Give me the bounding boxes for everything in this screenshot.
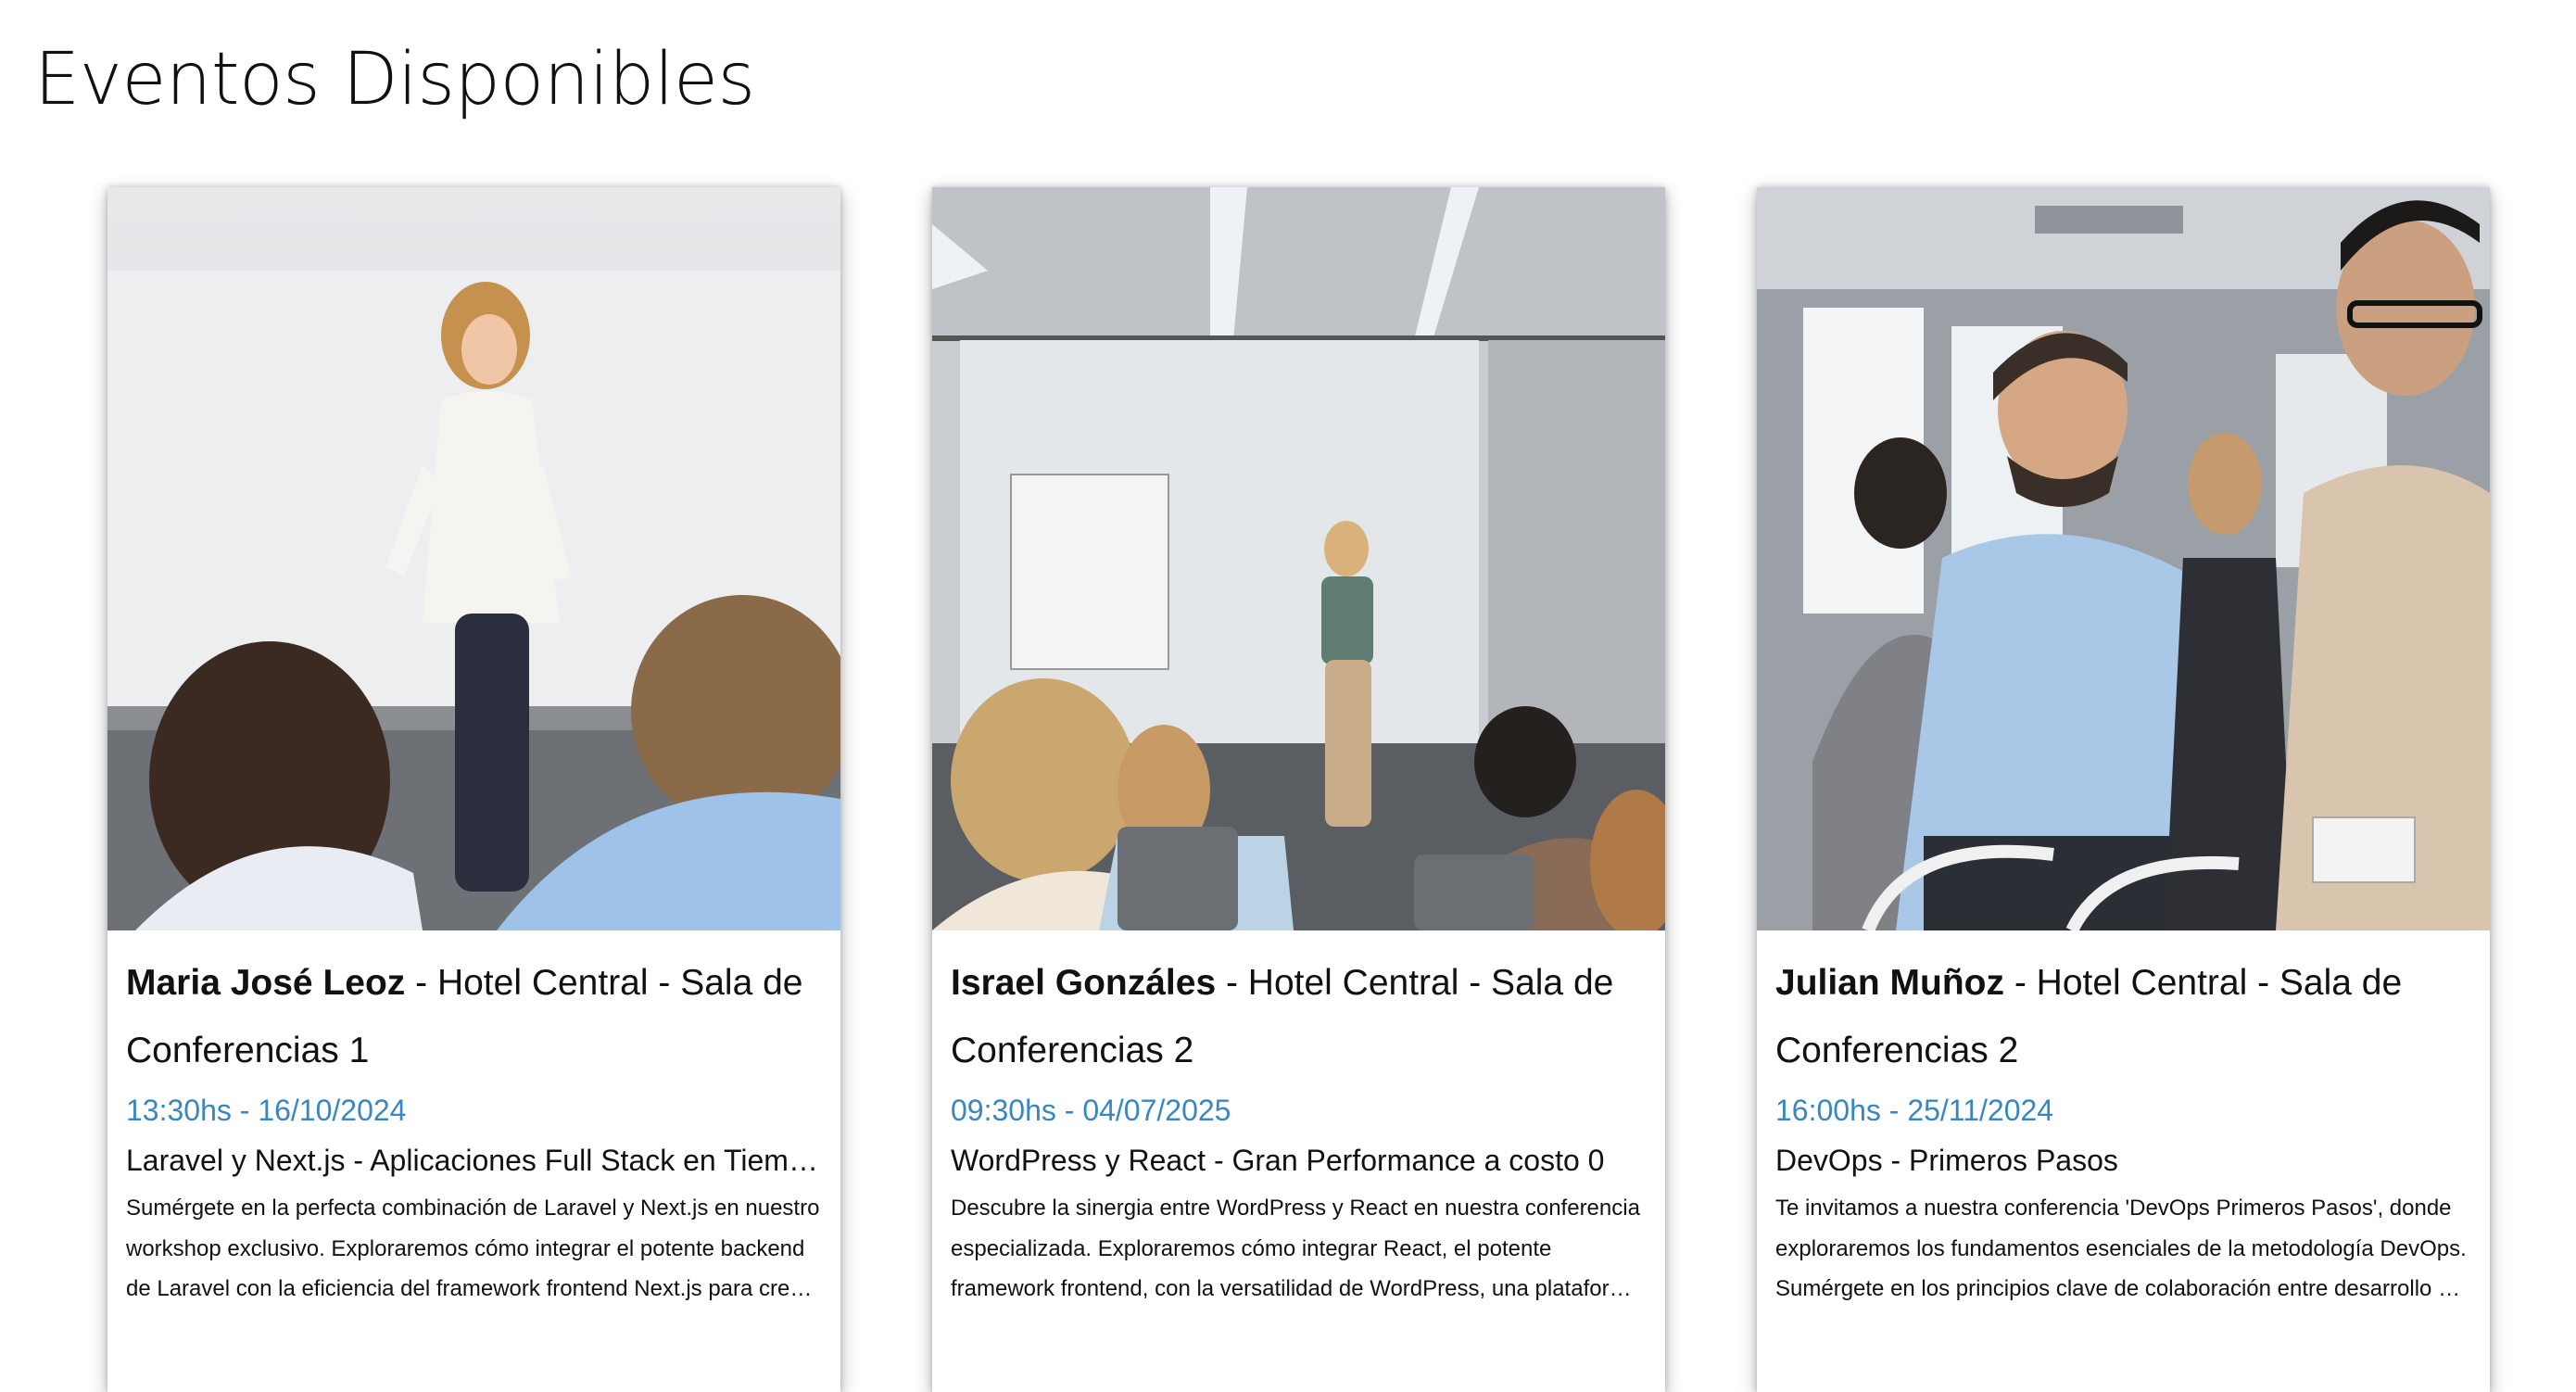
events-grid: Maria José Leoz - Hotel Central - Sala d… — [0, 0, 2576, 1392]
event-title[interactable]: DevOps - Primeros Pasos — [1775, 1138, 2471, 1183]
event-image-1[interactable] — [107, 187, 840, 930]
event-image-3[interactable] — [1757, 187, 2490, 930]
speaker-name: Israel Gonzáles — [951, 963, 1217, 1003]
event-headline-3: Julian Muñoz - Hotel Central - Sala de C… — [1775, 949, 2471, 1084]
event-description: Te invitamos a nuestra conferencia 'DevO… — [1775, 1196, 2467, 1301]
conference-photo-3 — [1757, 187, 2490, 930]
event-card-3[interactable]: Julian Muñoz - Hotel Central - Sala de C… — [1757, 187, 2490, 1392]
event-headline-1: Maria José Leoz - Hotel Central - Sala d… — [126, 949, 822, 1084]
speaker-name: Julian Muñoz — [1775, 963, 2004, 1003]
event-description: Descubre la sinergia entre WordPress y R… — [951, 1196, 1640, 1301]
event-image-2[interactable] — [932, 187, 1665, 930]
event-headline-2: Israel Gonzáles - Hotel Central - Sala d… — [951, 949, 1647, 1084]
event-card-2[interactable]: Israel Gonzáles - Hotel Central - Sala d… — [932, 187, 1665, 1392]
event-datetime: 09:30hs - 04/07/2025 — [951, 1094, 1231, 1127]
conference-photo-2 — [932, 187, 1665, 930]
event-title[interactable]: WordPress y React - Gran Performance a c… — [951, 1138, 1647, 1183]
event-title[interactable]: Laravel y Next.js - Aplicaciones Full St… — [126, 1138, 822, 1183]
event-description: Sumérgete en la perfecta combinación de … — [126, 1196, 820, 1301]
speaker-name: Maria José Leoz — [126, 963, 406, 1003]
event-datetime: 16:00hs - 25/11/2024 — [1775, 1094, 2054, 1127]
conference-photo-1 — [107, 187, 840, 930]
event-card-1[interactable]: Maria José Leoz - Hotel Central - Sala d… — [107, 187, 840, 1392]
event-datetime: 13:30hs - 16/10/2024 — [126, 1094, 407, 1127]
